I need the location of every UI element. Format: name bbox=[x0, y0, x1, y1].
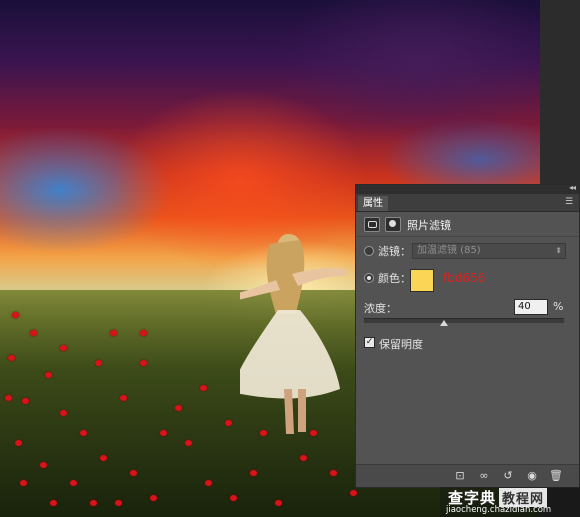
poppy bbox=[120, 395, 127, 401]
poppy bbox=[15, 440, 22, 446]
visibility-eye-icon[interactable]: ◉ bbox=[523, 468, 541, 484]
density-unit: % bbox=[553, 300, 564, 313]
reset-icon[interactable]: ↺ bbox=[499, 468, 517, 484]
poppy bbox=[45, 372, 52, 378]
collapse-panel-icon[interactable]: ◂◂ bbox=[569, 183, 576, 192]
preserve-luminosity-label: 保留明度 bbox=[379, 338, 423, 351]
poppy bbox=[100, 455, 107, 461]
poppy bbox=[130, 470, 137, 476]
poppy bbox=[110, 330, 117, 336]
poppy bbox=[70, 480, 77, 486]
adjustment-title: 照片滤镜 bbox=[407, 219, 451, 232]
delete-trash-icon[interactable]: 🗑 bbox=[547, 468, 565, 484]
properties-panel: ◂◂ 属性 ☰ 照片滤镜 滤镜： 加温滤镜 (85) ⬍ 颜色： fbd656 … bbox=[355, 183, 580, 488]
poppy bbox=[140, 360, 147, 366]
dancing-girl-figure bbox=[240, 234, 348, 434]
poppy bbox=[300, 455, 307, 461]
poppy bbox=[60, 410, 67, 416]
filter-label: 滤镜： bbox=[378, 245, 411, 258]
panel-menu-icon[interactable]: ☰ bbox=[565, 197, 575, 207]
poppy bbox=[80, 430, 87, 436]
poppy bbox=[95, 360, 102, 366]
site-watermark: 查字典 教程网 jiaocheng.chazidian.com bbox=[440, 487, 580, 517]
adjustment-camera-icon[interactable] bbox=[364, 217, 380, 232]
poppy bbox=[185, 440, 192, 446]
panel-tab-bar: 属性 ☰ bbox=[356, 194, 579, 212]
tab-properties[interactable]: 属性 bbox=[358, 196, 388, 211]
poppy bbox=[40, 462, 47, 468]
poppy bbox=[330, 470, 337, 476]
poppy bbox=[150, 495, 157, 501]
density-slider-track[interactable] bbox=[364, 318, 564, 323]
filter-radio[interactable] bbox=[364, 246, 374, 256]
poppy bbox=[200, 385, 207, 391]
poppy bbox=[175, 405, 182, 411]
preserve-luminosity-checkbox[interactable]: ✓ bbox=[364, 337, 375, 348]
poppy bbox=[30, 330, 37, 336]
updown-arrow-icon: ⬍ bbox=[555, 246, 562, 255]
view-previous-icon[interactable]: ∞ bbox=[475, 468, 493, 484]
poppy bbox=[5, 395, 12, 401]
poppy bbox=[160, 430, 167, 436]
workspace-background bbox=[540, 0, 580, 190]
color-radio[interactable] bbox=[364, 273, 374, 283]
color-swatch[interactable] bbox=[410, 269, 434, 292]
poppy bbox=[60, 345, 67, 351]
color-label: 颜色： bbox=[378, 272, 411, 285]
density-label: 浓度： bbox=[364, 302, 397, 315]
poppy bbox=[140, 330, 147, 336]
poppy bbox=[50, 500, 57, 506]
density-slider-thumb[interactable] bbox=[440, 320, 448, 326]
clip-to-layer-icon[interactable]: ⊡ bbox=[451, 468, 469, 484]
poppy bbox=[275, 500, 282, 506]
poppy bbox=[225, 420, 232, 426]
layer-mask-icon[interactable] bbox=[385, 217, 401, 232]
filter-select[interactable]: 加温滤镜 (85) ⬍ bbox=[412, 243, 566, 259]
poppy bbox=[205, 480, 212, 486]
poppy bbox=[250, 470, 257, 476]
poppy bbox=[115, 500, 122, 506]
poppy bbox=[230, 495, 237, 501]
panel-top-bar: ◂◂ bbox=[356, 183, 579, 194]
panel-bottom-toolbar: ⊡ ∞ ↺ ◉ 🗑 bbox=[356, 464, 579, 487]
density-input[interactable]: 40 bbox=[514, 299, 548, 315]
filter-select-value: 加温滤镜 (85) bbox=[417, 245, 481, 256]
color-hex-annotation: fbd656 bbox=[443, 271, 486, 285]
poppy bbox=[20, 480, 27, 486]
poppy bbox=[22, 398, 29, 404]
poppy bbox=[12, 312, 19, 318]
poppy bbox=[8, 355, 15, 361]
adjustment-header: 照片滤镜 bbox=[356, 212, 579, 237]
watermark-url: jiaocheng.chazidian.com bbox=[446, 505, 552, 515]
poppy bbox=[350, 490, 357, 496]
poppy bbox=[90, 500, 97, 506]
